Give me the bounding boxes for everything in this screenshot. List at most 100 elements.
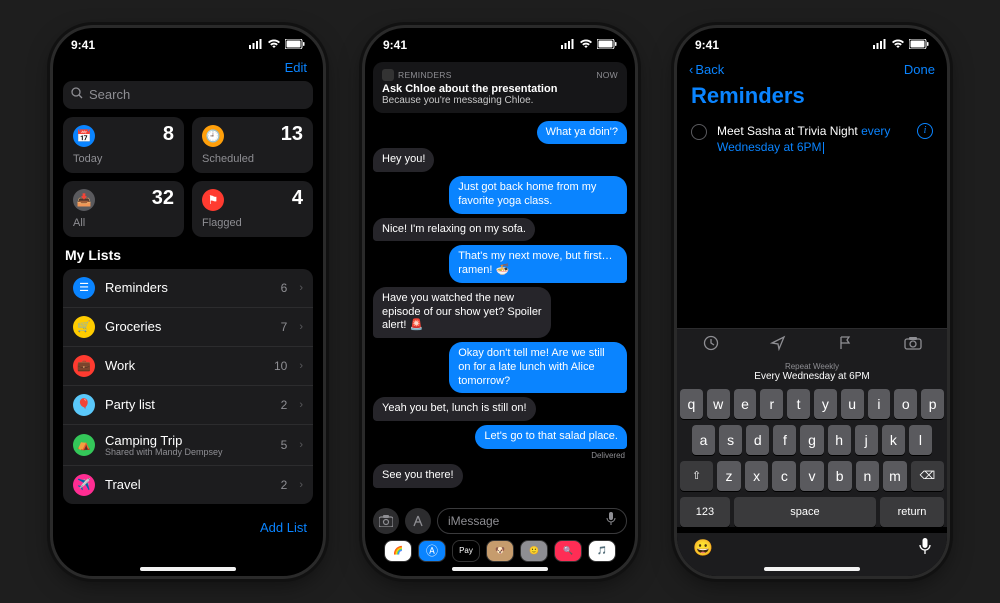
search-input[interactable]: Search bbox=[63, 81, 313, 109]
summary-tiles: 📅 8 Today 🕘 13 Scheduled 📥 32 All ⚑ 4 bbox=[63, 117, 313, 237]
message-in[interactable]: Hey you! bbox=[373, 148, 434, 172]
tile-scheduled[interactable]: 🕘 13 Scheduled bbox=[192, 117, 313, 173]
tile-today[interactable]: 📅 8 Today bbox=[63, 117, 184, 173]
camera-icon[interactable] bbox=[373, 508, 399, 534]
phone-messages: 9:41 REMINDERS now Ask Chloe about the p… bbox=[365, 28, 635, 576]
nav-bar: ‹Back Done bbox=[677, 58, 947, 79]
key-123[interactable]: 123 bbox=[680, 497, 730, 527]
calendar-icon: 📅 bbox=[73, 125, 95, 147]
clock-icon[interactable] bbox=[703, 335, 719, 354]
message-in[interactable]: Nice! I'm relaxing on my sofa. bbox=[373, 218, 535, 242]
key-i[interactable]: i bbox=[868, 389, 891, 419]
list-icon: 🛒 bbox=[73, 316, 95, 338]
flag-icon: ⚑ bbox=[202, 189, 224, 211]
keyboard: qwertyuiop asdfghjkl ⇧zxcvbnm⌫ 123 space… bbox=[677, 386, 947, 527]
key-u[interactable]: u bbox=[841, 389, 864, 419]
status-right bbox=[873, 38, 929, 52]
key-t[interactable]: t bbox=[787, 389, 810, 419]
info-icon[interactable]: i bbox=[917, 123, 933, 139]
message-out[interactable]: Let's go to that salad place. bbox=[475, 425, 627, 449]
apps-icon[interactable] bbox=[405, 508, 431, 534]
app-chip-applepay[interactable]: Pay bbox=[452, 540, 480, 562]
app-chip-memoji1[interactable]: 🐶 bbox=[486, 540, 514, 562]
app-chip-memoji2[interactable]: 🙂 bbox=[520, 540, 548, 562]
notif-app: REMINDERS bbox=[382, 69, 452, 81]
list-item[interactable]: ☰Reminders6› bbox=[63, 269, 313, 308]
tile-flagged[interactable]: ⚑ 4 Flagged bbox=[192, 181, 313, 237]
key-a[interactable]: a bbox=[692, 425, 715, 455]
done-button[interactable]: Done bbox=[904, 62, 935, 77]
key-r[interactable]: r bbox=[760, 389, 783, 419]
list-count: 7 bbox=[281, 320, 288, 334]
key-n[interactable]: n bbox=[856, 461, 880, 491]
key-z[interactable]: z bbox=[717, 461, 741, 491]
list-item[interactable]: ✈️Travel2› bbox=[63, 466, 313, 504]
home-indicator[interactable] bbox=[140, 567, 236, 571]
key-b[interactable]: b bbox=[828, 461, 852, 491]
camera-icon[interactable] bbox=[904, 336, 922, 353]
app-strip: 🌈 Ⓐ Pay 🐶 🙂 🔍 🎵 bbox=[373, 540, 627, 562]
edit-button[interactable]: Edit bbox=[63, 58, 313, 81]
list-item[interactable]: ⛺Camping TripShared with Mandy Dempsey5› bbox=[63, 425, 313, 466]
key-h[interactable]: h bbox=[828, 425, 851, 455]
message-out[interactable]: That's my next move, but first…ramen! 🍜 bbox=[449, 245, 627, 283]
key-g[interactable]: g bbox=[800, 425, 823, 455]
key-space[interactable]: space bbox=[734, 497, 876, 527]
key-f[interactable]: f bbox=[773, 425, 796, 455]
back-button[interactable]: ‹Back bbox=[689, 62, 724, 77]
message-in[interactable]: Have you watched the new episode of our … bbox=[373, 287, 551, 338]
message-input[interactable]: iMessage bbox=[437, 508, 627, 534]
list-name: Work bbox=[105, 358, 264, 373]
message-in[interactable]: See you there! bbox=[373, 464, 463, 488]
home-indicator[interactable] bbox=[764, 567, 860, 571]
add-list-button[interactable]: Add List bbox=[63, 504, 313, 535]
home-indicator[interactable] bbox=[452, 567, 548, 571]
key-y[interactable]: y bbox=[814, 389, 837, 419]
mic-icon[interactable] bbox=[919, 537, 931, 560]
reminder-row[interactable]: Meet Sasha at Trivia Night every Wednesd… bbox=[677, 119, 947, 159]
key-k[interactable]: k bbox=[882, 425, 905, 455]
key-m[interactable]: m bbox=[883, 461, 907, 491]
emoji-icon[interactable]: 😀 bbox=[693, 538, 713, 558]
message-out[interactable]: What ya doin'? bbox=[537, 121, 627, 145]
key-o[interactable]: o bbox=[894, 389, 917, 419]
key-p[interactable]: p bbox=[921, 389, 944, 419]
key-e[interactable]: e bbox=[734, 389, 757, 419]
keyboard-hint: Repeat Weekly Every Wednesday at 6PM bbox=[677, 360, 947, 386]
tile-all[interactable]: 📥 32 All bbox=[63, 181, 184, 237]
app-chip-appstore[interactable]: Ⓐ bbox=[418, 540, 446, 562]
app-chip-search[interactable]: 🔍 bbox=[554, 540, 582, 562]
key-l[interactable]: l bbox=[909, 425, 932, 455]
key-shift[interactable]: ⇧ bbox=[680, 461, 713, 491]
app-chip-photos[interactable]: 🌈 bbox=[384, 540, 412, 562]
message-out[interactable]: Just got back home from my favorite yoga… bbox=[449, 176, 627, 214]
message-in[interactable]: Yeah you bet, lunch is still on! bbox=[373, 397, 536, 421]
chat-thread[interactable]: What ya doin'? Hey you! Just got back home… bbox=[365, 121, 635, 488]
list-item[interactable]: 🎈Party list2› bbox=[63, 386, 313, 425]
key-w[interactable]: w bbox=[707, 389, 730, 419]
mic-icon[interactable] bbox=[606, 512, 616, 529]
wifi-icon bbox=[267, 38, 281, 52]
flag-icon[interactable] bbox=[837, 335, 853, 354]
key-v[interactable]: v bbox=[800, 461, 824, 491]
app-chip-music[interactable]: 🎵 bbox=[588, 540, 616, 562]
key-c[interactable]: c bbox=[772, 461, 796, 491]
reminder-text[interactable]: Meet Sasha at Trivia Night every Wednesd… bbox=[717, 123, 907, 155]
key-s[interactable]: s bbox=[719, 425, 742, 455]
list-item[interactable]: 💼Work10› bbox=[63, 347, 313, 386]
key-x[interactable]: x bbox=[745, 461, 769, 491]
key-q[interactable]: q bbox=[680, 389, 703, 419]
key-j[interactable]: j bbox=[855, 425, 878, 455]
key-delete[interactable]: ⌫ bbox=[911, 461, 944, 491]
battery-icon bbox=[597, 38, 617, 52]
battery-icon bbox=[285, 38, 305, 52]
completion-radio[interactable] bbox=[691, 124, 707, 140]
notch bbox=[752, 28, 872, 48]
chevron-right-icon: › bbox=[299, 321, 303, 333]
key-d[interactable]: d bbox=[746, 425, 769, 455]
location-icon[interactable] bbox=[770, 335, 786, 354]
reminder-notification[interactable]: REMINDERS now Ask Chloe about the presen… bbox=[373, 62, 627, 113]
key-return[interactable]: return bbox=[880, 497, 944, 527]
message-out[interactable]: Okay don't tell me! Are we still on for … bbox=[449, 342, 627, 393]
list-item[interactable]: 🛒Groceries7› bbox=[63, 308, 313, 347]
